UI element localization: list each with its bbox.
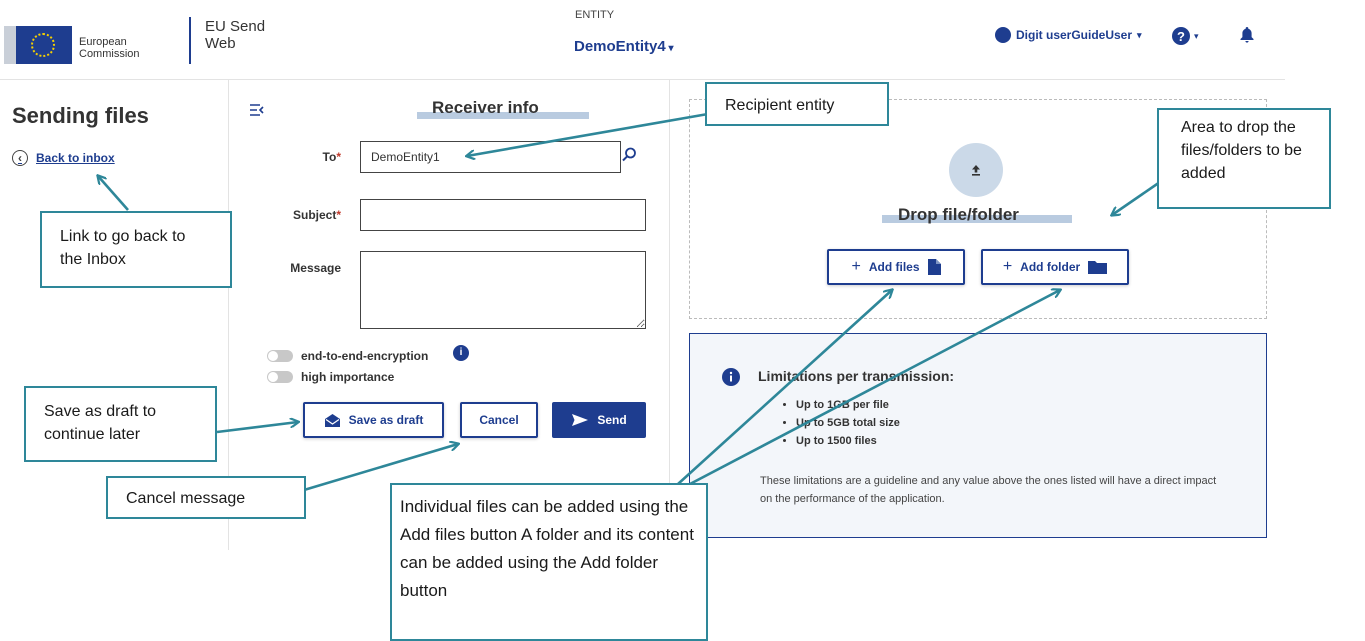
arrow-add-folder [689, 290, 1060, 486]
arrow-drop-area [1112, 180, 1161, 215]
arrow-recipient [467, 112, 709, 156]
callout-back-link: Link to go back to the Inbox [40, 211, 232, 288]
arrow-add-files [677, 290, 892, 485]
callout-cancel: Cancel message [106, 476, 306, 519]
callout-add-buttons: Individual files can be added using the … [390, 483, 708, 641]
callout-drop-area: Area to drop the files/folders to be add… [1157, 108, 1331, 209]
arrow-save-draft [216, 422, 298, 434]
callout-save-draft: Save as draft to continue later [24, 386, 217, 462]
callout-recipient: Recipient entity [705, 82, 889, 126]
arrow-back-link [98, 176, 129, 211]
